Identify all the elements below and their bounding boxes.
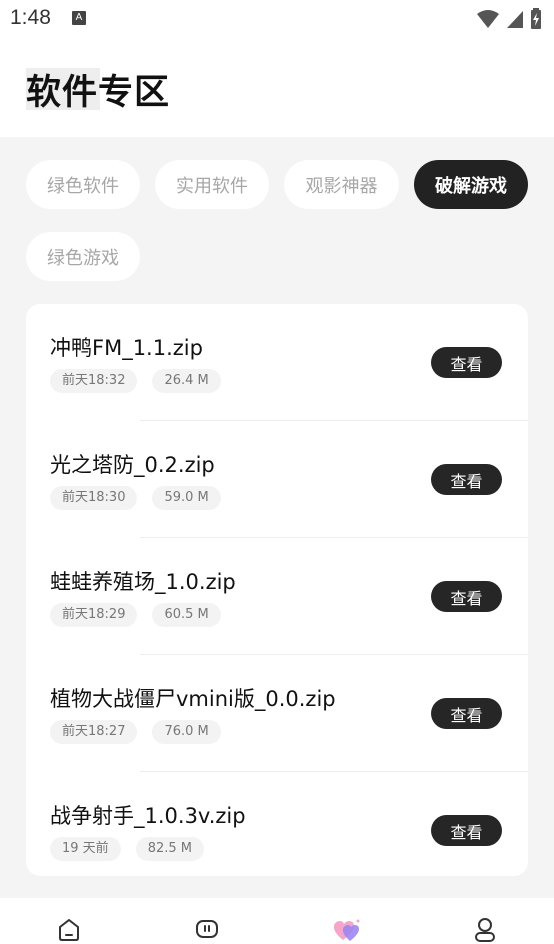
category-chip-green-games[interactable]: 绿色游戏: [26, 232, 140, 281]
battery-icon: [531, 8, 541, 29]
view-button[interactable]: 查看: [431, 464, 502, 495]
file-time-tag: 前天18:30: [50, 486, 138, 510]
file-time-tag: 19 天前: [50, 837, 121, 861]
bottom-tab-bar: [0, 898, 554, 944]
file-meta: 前天18:30 59.0 M: [50, 486, 221, 510]
heart-icon: [333, 919, 360, 941]
file-list: 冲鸭FM_1.1.zip 前天18:32 26.4 M 查看 光之塔防_0.2.…: [26, 304, 528, 876]
profile-icon: [475, 918, 495, 942]
file-time-tag: 前天18:29: [50, 603, 138, 627]
file-meta: 前天18:32 26.4 M: [50, 369, 221, 393]
tab-profile[interactable]: [471, 916, 499, 944]
status-time: 1:48: [10, 6, 51, 29]
wifi-icon: [477, 10, 499, 28]
file-row: 光之塔防_0.2.zip 前天18:30 59.0 M 查看: [26, 421, 528, 538]
file-name: 冲鸭FM_1.1.zip: [50, 336, 203, 360]
file-name: 植物大战僵尸vmini版_0.0.zip: [50, 687, 336, 711]
file-size-tag: 26.4 M: [152, 369, 221, 393]
file-row: 战争射手_1.0.3v.zip 19 天前 82.5 M 查看: [26, 772, 528, 876]
view-button[interactable]: 查看: [431, 347, 502, 378]
file-name: 蛙蛙养殖场_1.0.zip: [50, 570, 236, 594]
file-meta: 19 天前 82.5 M: [50, 837, 204, 861]
file-time-tag: 前天18:32: [50, 369, 138, 393]
header: 软件专区: [0, 38, 554, 137]
file-name: 战争射手_1.0.3v.zip: [50, 804, 246, 828]
file-size-tag: 60.5 M: [152, 603, 221, 627]
category-chip-cracked-games[interactable]: 破解游戏: [414, 160, 528, 209]
file-row: 冲鸭FM_1.1.zip 前天18:32 26.4 M 查看: [26, 304, 528, 421]
tab-messages[interactable]: [193, 916, 221, 944]
tab-home[interactable]: [55, 916, 83, 944]
file-row: 植物大战僵尸vmini版_0.0.zip 前天18:27 76.0 M 查看: [26, 655, 528, 772]
status-bar: 1:48 A: [0, 0, 554, 38]
category-chip-utility-software[interactable]: 实用软件: [155, 160, 269, 209]
file-time-tag: 前天18:27: [50, 720, 138, 744]
view-button[interactable]: 查看: [431, 581, 502, 612]
file-size-tag: 59.0 M: [152, 486, 221, 510]
file-row: 蛙蛙养殖场_1.0.zip 前天18:29 60.5 M 查看: [26, 538, 528, 655]
file-size-tag: 76.0 M: [152, 720, 221, 744]
chat-icon: [196, 920, 218, 938]
file-meta: 前天18:27 76.0 M: [50, 720, 221, 744]
notification-icon: A: [72, 11, 86, 25]
view-button[interactable]: 查看: [431, 698, 502, 729]
file-name: 光之塔防_0.2.zip: [50, 453, 215, 477]
file-size-tag: 82.5 M: [135, 837, 204, 861]
signal-icon: [507, 11, 523, 28]
view-button[interactable]: 查看: [431, 815, 502, 846]
home-icon: [59, 919, 79, 941]
category-chip-green-software[interactable]: 绿色软件: [26, 160, 140, 209]
file-meta: 前天18:29 60.5 M: [50, 603, 221, 627]
category-chip-video-tools[interactable]: 观影神器: [284, 160, 399, 209]
tab-favorites[interactable]: [331, 916, 363, 944]
status-icons: [476, 8, 542, 30]
page-title: 软件专区: [26, 73, 171, 113]
